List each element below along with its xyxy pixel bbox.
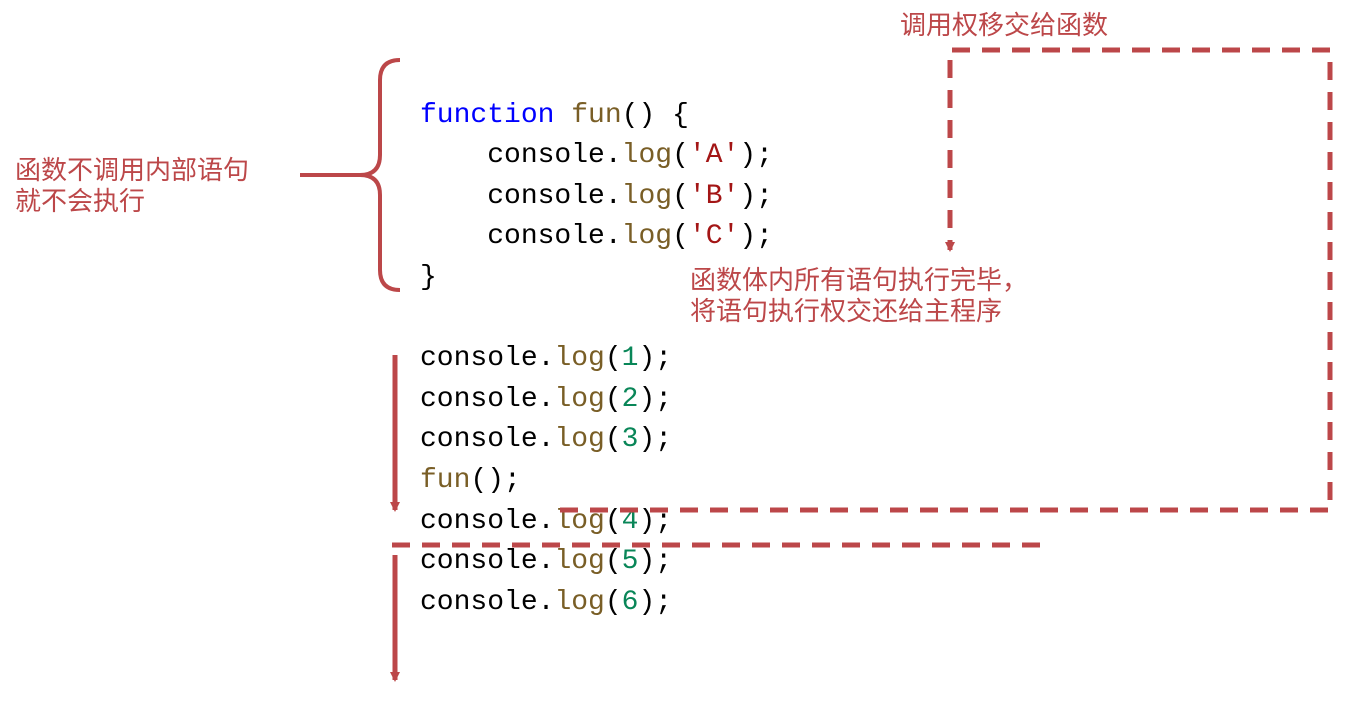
close-paren: ) [638, 546, 655, 577]
close-paren: ) [739, 181, 756, 212]
dot: . [538, 506, 555, 537]
close-paren: ) [638, 343, 655, 374]
number-3: 3 [622, 424, 639, 455]
open-brace: { [672, 100, 689, 131]
open-paren: ( [605, 424, 622, 455]
open-paren: ( [605, 384, 622, 415]
keyword-function: function [420, 100, 554, 131]
bracket-icon [300, 60, 400, 290]
log-fn: log [554, 343, 604, 374]
fun-call: fun [420, 465, 470, 496]
dot: . [538, 424, 555, 455]
string-a: 'A' [689, 140, 739, 171]
close-paren: ) [638, 384, 655, 415]
annotation-left: 函数不调用内部语句 就不会执行 [15, 155, 249, 217]
open-paren: ( [605, 546, 622, 577]
dot: . [605, 140, 622, 171]
console-obj: console [487, 221, 605, 252]
code-line: console.log('A'); [420, 140, 773, 171]
open-paren: ( [470, 465, 487, 496]
code-line: console.log('C'); [420, 221, 773, 252]
semicolon: ; [655, 587, 672, 618]
close-paren: ) [638, 506, 655, 537]
code-line: function fun() { [420, 100, 689, 131]
code-line: console.log(3); [420, 424, 672, 455]
open-paren: ( [672, 221, 689, 252]
open-paren: ( [672, 181, 689, 212]
open-paren: ( [622, 100, 639, 131]
log-fn: log [554, 546, 604, 577]
dot: . [605, 221, 622, 252]
code-line: console.log(2); [420, 384, 672, 415]
open-paren: ( [605, 343, 622, 374]
semicolon: ; [655, 424, 672, 455]
close-paren: ) [739, 140, 756, 171]
dot: . [538, 384, 555, 415]
annotation-top-right: 调用权移交给函数 [900, 10, 1108, 41]
log-fn: log [622, 140, 672, 171]
annotation-mid-right: 函数体内所有语句执行完毕， 将语句执行权交还给主程序 [690, 265, 1028, 327]
code-line: console.log(6); [420, 587, 672, 618]
dot: . [538, 587, 555, 618]
string-c: 'C' [689, 221, 739, 252]
dot: . [538, 343, 555, 374]
log-fn: log [554, 384, 604, 415]
semicolon: ; [756, 181, 773, 212]
code-line: console.log(4); [420, 506, 672, 537]
console-obj: console [487, 140, 605, 171]
code-line: console.log('B'); [420, 181, 773, 212]
number-1: 1 [622, 343, 639, 374]
close-brace: } [420, 262, 437, 293]
log-fn: log [622, 221, 672, 252]
console-obj: console [487, 181, 605, 212]
open-paren: ( [605, 506, 622, 537]
code-line: console.log(5); [420, 546, 672, 577]
console-obj: console [420, 424, 538, 455]
dot: . [538, 546, 555, 577]
open-paren: ( [672, 140, 689, 171]
string-b: 'B' [689, 181, 739, 212]
code-line: console.log(1); [420, 343, 672, 374]
close-paren: ) [487, 465, 504, 496]
function-name: fun [571, 100, 621, 131]
semicolon: ; [756, 221, 773, 252]
semicolon: ; [655, 384, 672, 415]
console-obj: console [420, 546, 538, 577]
dot: . [605, 181, 622, 212]
code-block: function fun() { console.log('A'); conso… [420, 55, 773, 623]
close-paren: ) [739, 221, 756, 252]
log-fn: log [622, 181, 672, 212]
number-6: 6 [622, 587, 639, 618]
log-fn: log [554, 587, 604, 618]
number-4: 4 [622, 506, 639, 537]
semicolon: ; [504, 465, 521, 496]
console-obj: console [420, 506, 538, 537]
code-line: } [420, 262, 437, 293]
code-line: fun(); [420, 465, 521, 496]
console-obj: console [420, 343, 538, 374]
console-obj: console [420, 384, 538, 415]
log-fn: log [554, 424, 604, 455]
close-paren: ) [638, 587, 655, 618]
semicolon: ; [756, 140, 773, 171]
semicolon: ; [655, 343, 672, 374]
number-2: 2 [622, 384, 639, 415]
semicolon: ; [655, 546, 672, 577]
console-obj: console [420, 587, 538, 618]
close-paren: ) [638, 100, 655, 131]
number-5: 5 [622, 546, 639, 577]
log-fn: log [554, 506, 604, 537]
open-paren: ( [605, 587, 622, 618]
close-paren: ) [638, 424, 655, 455]
semicolon: ; [655, 506, 672, 537]
